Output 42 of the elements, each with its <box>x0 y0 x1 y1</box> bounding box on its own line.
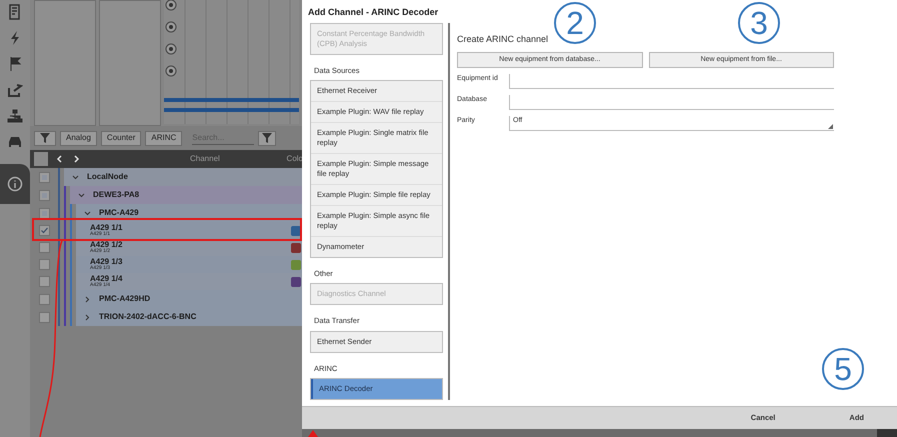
chevron-right-icon[interactable] <box>84 296 91 302</box>
column-toggle-button[interactable] <box>34 152 48 166</box>
car-icon[interactable] <box>7 134 23 150</box>
export-icon[interactable] <box>7 82 23 98</box>
dropdown-corner-icon <box>828 124 833 130</box>
report-icon[interactable] <box>7 4 23 20</box>
dialog-title: Add Channel - ARINC Decoder <box>308 6 438 19</box>
clear-filter-button[interactable] <box>258 130 276 146</box>
filter-tag-button[interactable]: Counter <box>100 130 142 146</box>
checkbox[interactable] <box>38 294 50 304</box>
network-icon[interactable] <box>7 108 23 124</box>
chevron-down-icon[interactable] <box>84 210 91 216</box>
channel-name: A429 1/4 <box>90 275 124 283</box>
chevron-right-icon[interactable] <box>72 155 80 163</box>
filter-tag-button[interactable]: ARINC <box>145 130 182 146</box>
filter-tag-button[interactable]: Analog <box>60 130 97 146</box>
channel-name: A429 1/2 <box>90 241 124 249</box>
chevron-down-icon[interactable] <box>78 192 85 198</box>
chevron-down-icon[interactable] <box>72 174 79 180</box>
chevron-right-icon[interactable] <box>84 314 91 320</box>
checkbox[interactable] <box>38 259 50 270</box>
column-header[interactable]: Channel <box>190 153 220 165</box>
checkbox[interactable] <box>38 172 50 182</box>
chevron-left-icon[interactable] <box>56 155 64 163</box>
callout-number: 3 <box>738 2 780 44</box>
channel-name: A429 1/3 <box>90 258 124 266</box>
filter-button[interactable] <box>34 130 56 146</box>
info-icon[interactable] <box>7 176 23 192</box>
callout-number: 2 <box>554 2 596 44</box>
checkbox[interactable] <box>38 225 50 236</box>
checkbox[interactable] <box>38 190 50 200</box>
filter-icon <box>262 133 272 143</box>
channel-name: A429 1/1 <box>90 224 124 232</box>
filter-icon <box>40 133 50 143</box>
text-field[interactable] <box>509 74 834 90</box>
callout-number: 5 <box>822 348 864 390</box>
checkbox[interactable] <box>38 312 50 322</box>
checkbox[interactable] <box>38 276 50 287</box>
text-field[interactable] <box>509 95 834 110</box>
form-title: Create ARINC channel <box>457 32 550 46</box>
checkbox[interactable] <box>38 208 50 218</box>
checkbox[interactable] <box>38 242 50 253</box>
